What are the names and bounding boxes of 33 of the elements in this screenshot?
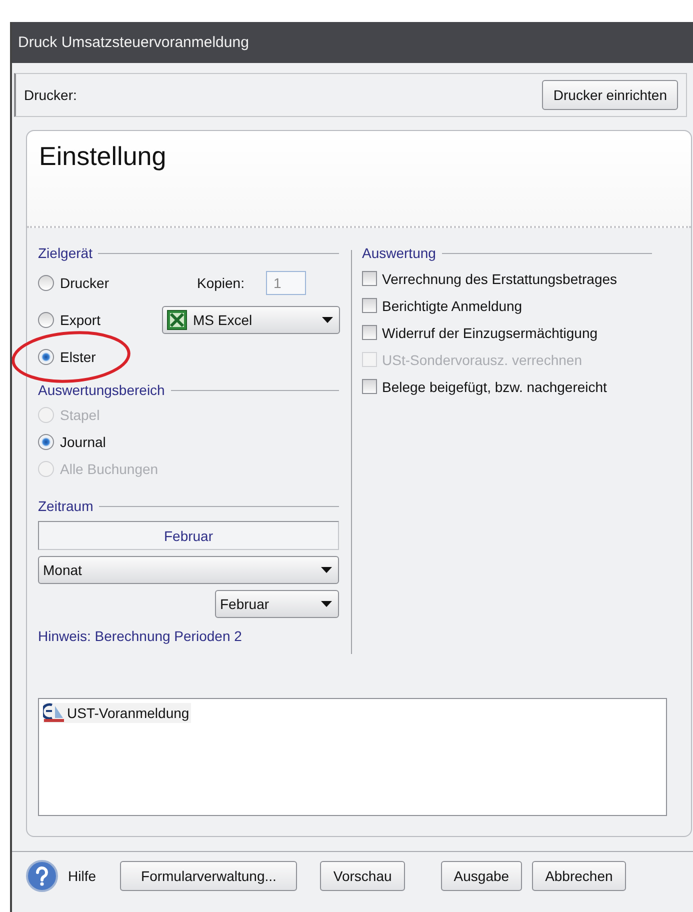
period-type-dropdown[interactable]: Monat	[38, 556, 339, 584]
checkbox-option[interactable]: Berichtigte Anmeldung	[362, 292, 652, 319]
radio-option[interactable]: Journal	[38, 434, 106, 450]
group-legend: Auswertung	[362, 245, 436, 261]
radio-option[interactable]: Export	[38, 312, 100, 328]
dialog-button[interactable]: Formularverwaltung...	[120, 861, 298, 891]
dropdown-arrow-icon	[321, 601, 332, 607]
form-document-icon	[43, 703, 65, 723]
checkbox-option[interactable]: Widerruf der Einzugsermächtigung	[362, 319, 652, 346]
printer-setup-button[interactable]: Drucker einrichten	[542, 80, 678, 110]
dropdown-arrow-icon	[322, 316, 333, 322]
export-format-dropdown[interactable]: MS Excel	[162, 306, 340, 334]
radio-option[interactable]: Elster	[38, 349, 96, 365]
dropdown-arrow-icon	[321, 567, 332, 573]
group-legend: Zielgerät	[38, 245, 92, 261]
dialog-button[interactable]: Vorschau	[320, 861, 405, 891]
checkbox-option[interactable]: Belege beigefügt, bzw. nachgereicht	[362, 373, 652, 400]
panel-title: Einstellung	[39, 141, 166, 171]
copies-label: Kopien:	[197, 274, 244, 290]
period-display: Februar	[38, 521, 339, 550]
help-label: Hilfe	[68, 868, 96, 884]
dialog-button[interactable]: Abbrechen	[532, 861, 626, 891]
dialog-button[interactable]: Ausgabe	[440, 861, 522, 891]
group-legend: Auswertungsbereich	[38, 382, 165, 398]
checkbox-option[interactable]: Verrechnung des Erstattungsbetrages	[362, 265, 652, 292]
window-title: Druck Umsatzsteuervoranmeldung	[12, 22, 693, 63]
printer-label: Drucker:	[24, 87, 77, 103]
group-legend: Zeitraum	[38, 498, 94, 514]
spreadsheet-icon	[167, 310, 187, 330]
hint-text: Hinweis: Berechnung Perioden 2	[38, 628, 243, 644]
help-icon[interactable]	[26, 860, 58, 892]
period-dropdown[interactable]: Februar	[215, 590, 339, 618]
radio-option[interactable]: Drucker	[38, 274, 110, 290]
